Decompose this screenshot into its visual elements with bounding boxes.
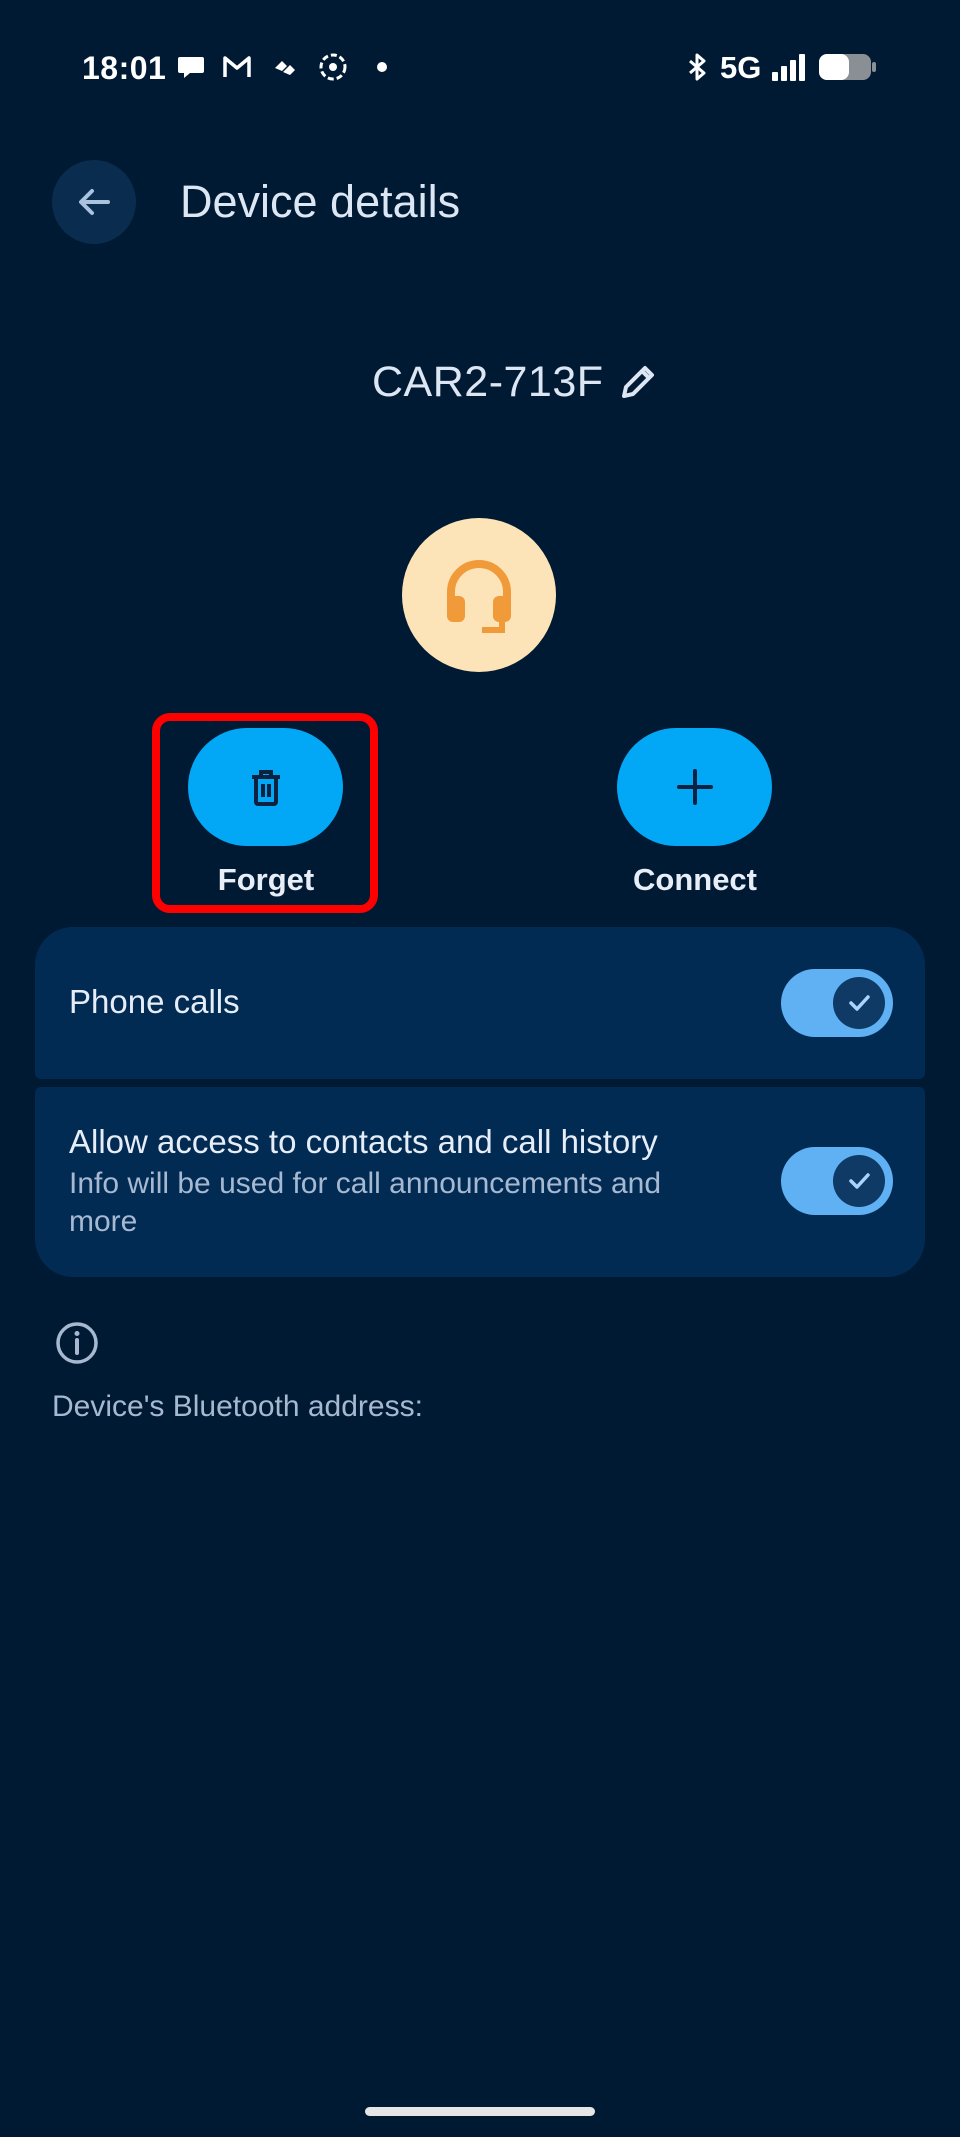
contacts-access-row[interactable]: Allow access to contacts and call histor… <box>35 1087 925 1277</box>
arrow-left-icon <box>79 189 110 215</box>
chat-icon <box>178 57 204 78</box>
status-bar: 18:01 5G <box>0 0 960 140</box>
phone-calls-toggle[interactable] <box>781 969 893 1037</box>
phone-calls-row[interactable]: Phone calls <box>35 927 925 1079</box>
phone-calls-label: Phone calls <box>69 983 240 1020</box>
page-title: Device details <box>180 176 461 227</box>
contacts-access-label: Allow access to contacts and call histor… <box>69 1123 658 1160</box>
back-button[interactable] <box>52 160 136 244</box>
battery-icon <box>819 54 876 80</box>
bluetooth-address: Device's Bluetooth address: <box>52 1390 423 1423</box>
signal-icon <box>772 54 805 81</box>
contacts-access-subtitle-line1: Info will be used for call announcements… <box>69 1167 662 1200</box>
highlight-annotation <box>152 713 378 913</box>
pinwheel-icon <box>319 53 347 81</box>
connect-button[interactable] <box>617 728 772 846</box>
info-icon <box>56 1322 98 1364</box>
contacts-access-toggle[interactable] <box>781 1147 893 1215</box>
check-icon <box>849 1173 870 1189</box>
contacts-access-subtitle-line2: more <box>69 1205 138 1238</box>
pencil-icon[interactable] <box>614 358 662 406</box>
bluetooth-icon <box>689 53 706 81</box>
gmail-icon <box>223 56 251 77</box>
toggle-thumb <box>833 1155 885 1207</box>
health-icon <box>275 61 295 75</box>
device-name: CAR2-713F <box>372 358 604 406</box>
toggle-thumb <box>833 977 885 1029</box>
network-type: 5G <box>720 50 762 85</box>
headset-icon <box>447 560 511 633</box>
status-time: 18:01 <box>82 50 167 86</box>
connect-label[interactable]: Connect <box>575 862 815 898</box>
device-avatar <box>402 518 556 672</box>
plus-icon <box>676 769 713 805</box>
dot-icon <box>377 62 387 72</box>
check-icon <box>849 995 870 1011</box>
home-indicator[interactable] <box>365 2107 595 2116</box>
